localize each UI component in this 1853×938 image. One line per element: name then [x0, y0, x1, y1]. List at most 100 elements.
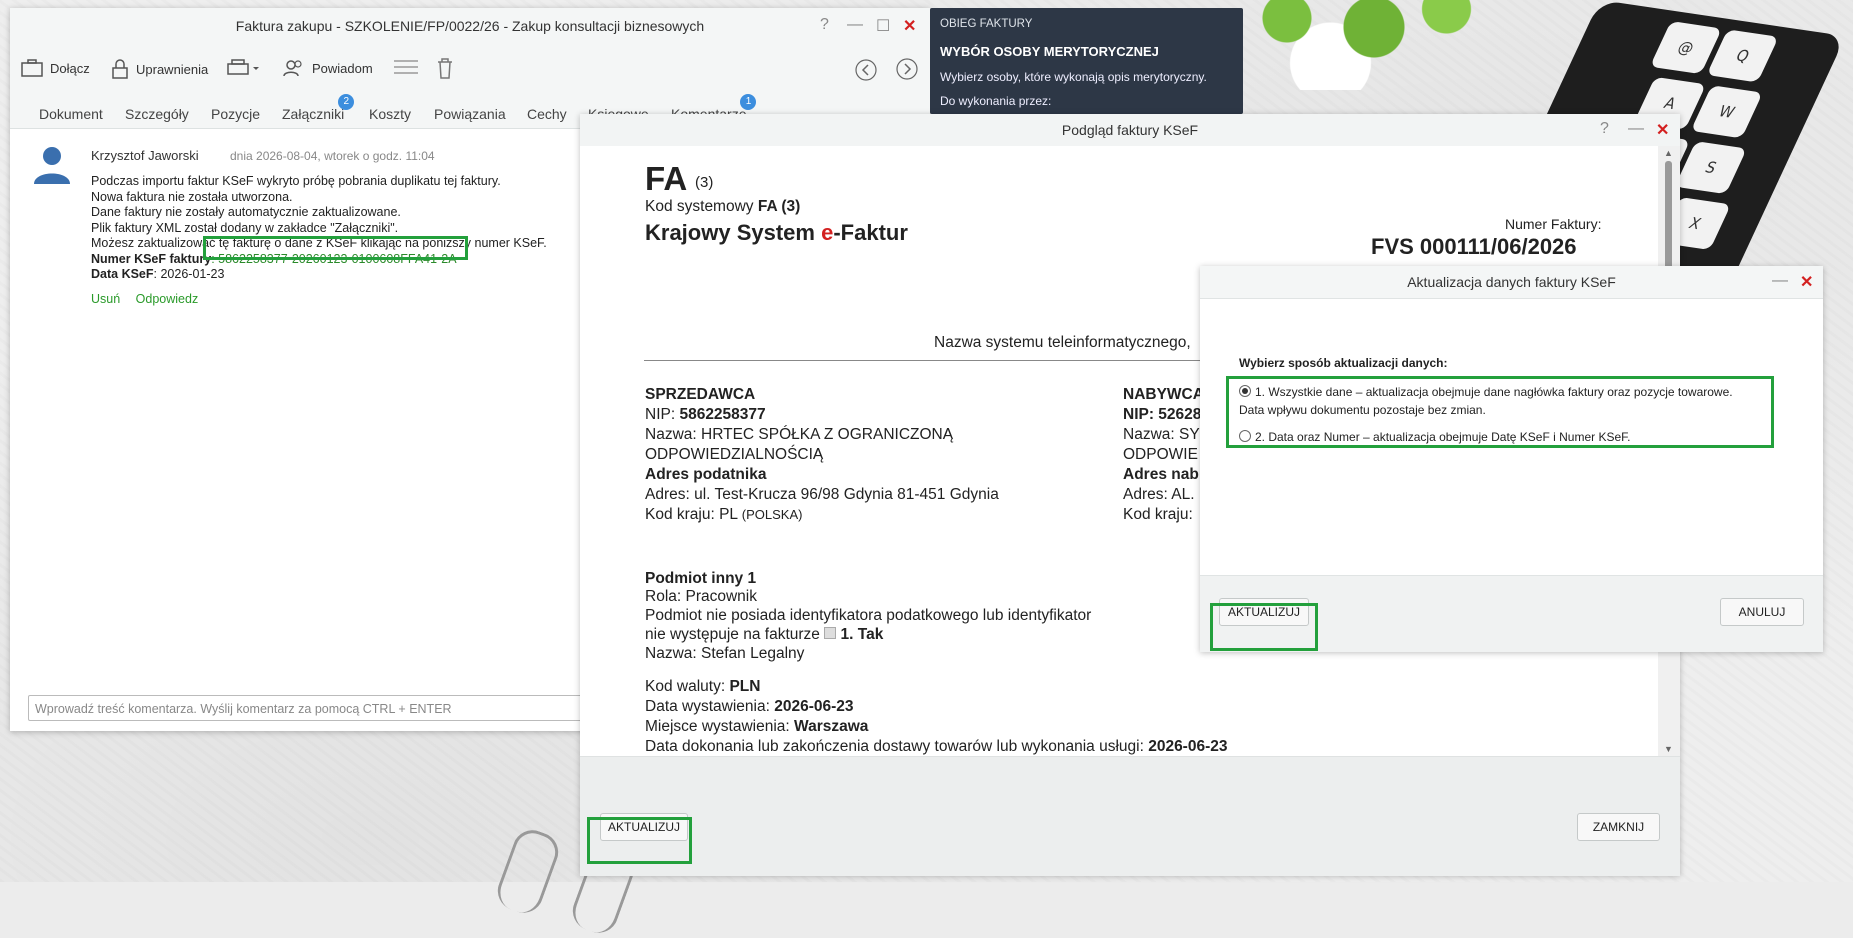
ksef-logo-part: -Faktur [833, 220, 908, 245]
place-label: Miejsce wystawienia: [645, 718, 795, 735]
lock-icon [112, 59, 128, 79]
seller-name: Nazwa: HRTEC SPÓŁKA Z OGRANICZONĄ [645, 426, 953, 444]
comment-line: Podczas importu faktur KSeF wykryto prób… [91, 174, 501, 188]
attach-label: Dołącz [50, 60, 90, 76]
system-code: Kod systemowy FA (3) [645, 198, 800, 216]
currency-label: Kod waluty: [645, 678, 730, 695]
workflow-panel: OBIEG FAKTURY WYBÓR OSOBY MERYTORYCZNEJ … [930, 8, 1243, 114]
fa-version: (3) [695, 174, 714, 191]
seller-name-cont: ODPOWIEDZIALNOŚCIĄ [645, 446, 824, 463]
comment-body: Podczas importu faktur KSeF wykryto prób… [91, 174, 547, 283]
minimize-icon[interactable]: — [847, 16, 863, 34]
delivery-date-label: Data dokonania lub zakończenia dostawy t… [645, 738, 1149, 755]
ksef-logo-part: Krajowy System [645, 220, 822, 245]
remind-label: Powiadom [312, 60, 373, 76]
ksef-date-row: Data KSeF: 2026-01-23 [91, 267, 547, 283]
help-icon[interactable]: ? [1600, 120, 1609, 138]
printer-icon [227, 59, 259, 75]
ksef-update-dialog: Aktualizacja danych faktury KSeF — ✕ Wyb… [1200, 266, 1823, 652]
ksef-date-value: : 2026-01-23 [153, 267, 225, 281]
comment-input[interactable]: Wprowadź treść komentarza. Wyślij koment… [28, 695, 588, 721]
fa-heading: FA [645, 160, 688, 197]
workflow-title: WYBÓR OSOBY MERYTORYCZNEJ [940, 44, 1159, 59]
scroll-down-icon[interactable]: ▼ [1664, 744, 1673, 754]
system-code-label: Kod systemowy [645, 198, 758, 215]
comment-author: Krzysztof Jaworski [91, 148, 199, 163]
other-entity-name: Nazwa: Stefan Legalny [645, 645, 805, 662]
users-icon [283, 60, 302, 77]
next-record-icon[interactable] [896, 58, 918, 80]
dialog-update-highlight [1210, 603, 1318, 651]
buyer-country: Kod kraju: [1123, 506, 1193, 523]
seller-country-name: (POLSKA) [741, 507, 803, 522]
preview-close-button[interactable]: ZAMKNIJ [1577, 813, 1660, 841]
menu-icon[interactable] [394, 58, 418, 76]
other-entity-header: Podmiot inny 1 [645, 570, 757, 587]
plant-decoration [1200, 0, 1490, 90]
tab-attachments[interactable]: Załączniki 2 [282, 94, 355, 122]
delivery-date-row: Data dokonania lub zakończenia dostawy t… [645, 738, 1228, 756]
seller-address-header: Adres podatnika [645, 466, 767, 483]
other-entity-no-id-cont: nie występuje na fakturze 1. Tak [645, 626, 883, 644]
comment-actions: Usuń Odpowiedz [91, 292, 210, 306]
comment-date: dnia 2026-08-04, wtorek o godz. 11:04 [230, 149, 435, 163]
preview-update-highlight [587, 817, 692, 864]
tab-document[interactable]: Dokument [39, 106, 103, 122]
tab-costs[interactable]: Koszty [369, 106, 411, 122]
place-value: Warszawa [794, 718, 869, 735]
issue-date-label: Data wystawienia: [645, 698, 775, 715]
seller-name-value: HRTEC SPÓŁKA Z OGRANICZONĄ [701, 426, 954, 443]
other-entity-role: Rola: Pracownik [645, 588, 757, 605]
attach-button[interactable]: Dołącz [20, 58, 90, 78]
tab-label: Szczegóły [125, 106, 189, 122]
attachments-count-badge: 2 [338, 94, 355, 110]
buyer-address: Adres: AL. [1123, 486, 1195, 503]
tab-features[interactable]: Cechy [527, 106, 567, 122]
ksef-date-label: Data KSeF [91, 267, 154, 281]
comment-line: Dane faktury nie zostały automatycznie z… [91, 205, 401, 219]
tab-items[interactable]: Pozycje [211, 106, 260, 122]
seller-header: SPRZEDAWCA [645, 386, 756, 403]
ksef-logo: Krajowy System e-Faktur [645, 220, 908, 246]
briefcase-icon [21, 59, 43, 77]
help-icon[interactable]: ? [820, 16, 829, 34]
minimize-icon[interactable]: — [1628, 120, 1644, 138]
remind-button[interactable]: Powiadom [282, 58, 373, 78]
reply-comment-link[interactable]: Odpowiedz [136, 292, 199, 306]
prev-record-icon[interactable] [855, 59, 877, 81]
ksef-update-title: Aktualizacja danych faktury KSeF [1407, 274, 1616, 290]
comments-count-badge: 1 [740, 94, 757, 110]
close-icon[interactable]: ✕ [903, 16, 916, 36]
tab-label: Koszty [369, 106, 412, 122]
print-button[interactable] [226, 58, 260, 78]
ksef-preview-footer: AKTUALIZUJ ZAMKNIJ [580, 756, 1680, 876]
invoice-window-titlebar: Faktura zakupu - SZKOLENIE/FP/0022/26 - … [10, 8, 930, 45]
comment-line: Nowa faktura nie została utworzona. [91, 189, 293, 204]
tab-label: Załączniki [282, 106, 345, 122]
tab-details[interactable]: Szczegóły [125, 106, 189, 122]
checkbox-icon [824, 627, 837, 639]
issue-date-row: Data wystawienia: 2026-06-23 [645, 698, 854, 716]
minimize-icon[interactable]: — [1772, 272, 1788, 290]
ksef-number-label: Numer KSeF faktury [91, 251, 212, 266]
ksef-number-highlight [203, 236, 468, 260]
close-icon[interactable]: ✕ [1800, 272, 1813, 292]
permissions-button[interactable]: Uprawnienia [110, 58, 208, 80]
permissions-label: Uprawnienia [136, 61, 209, 77]
seller-nip: NIP: 5862258377 [645, 406, 766, 424]
issue-date-value: 2026-06-23 [774, 698, 854, 715]
tab-relations[interactable]: Powiązania [434, 106, 506, 122]
seller-country-code: Kod kraju: PL [645, 506, 738, 523]
invoice-number: FVS 000111/06/2026 [1371, 234, 1577, 259]
no-id-value: 1. Tak [840, 626, 884, 643]
maximize-icon[interactable]: ☐ [876, 16, 890, 36]
delete-comment-link[interactable]: Usuń [91, 292, 120, 306]
close-icon[interactable]: ✕ [1656, 120, 1669, 140]
workflow-text: Wybierz osoby, które wykonają opis meryt… [940, 70, 1207, 84]
tab-label: Cechy [527, 106, 567, 122]
place-row: Miejsce wystawienia: Warszawa [645, 718, 868, 736]
scroll-up-icon[interactable]: ▲ [1664, 148, 1673, 158]
trash-icon[interactable] [435, 56, 455, 80]
dialog-cancel-button[interactable]: ANULUJ [1720, 598, 1804, 626]
system-name: Nazwa systemu teleinformatycznego, [934, 334, 1191, 351]
